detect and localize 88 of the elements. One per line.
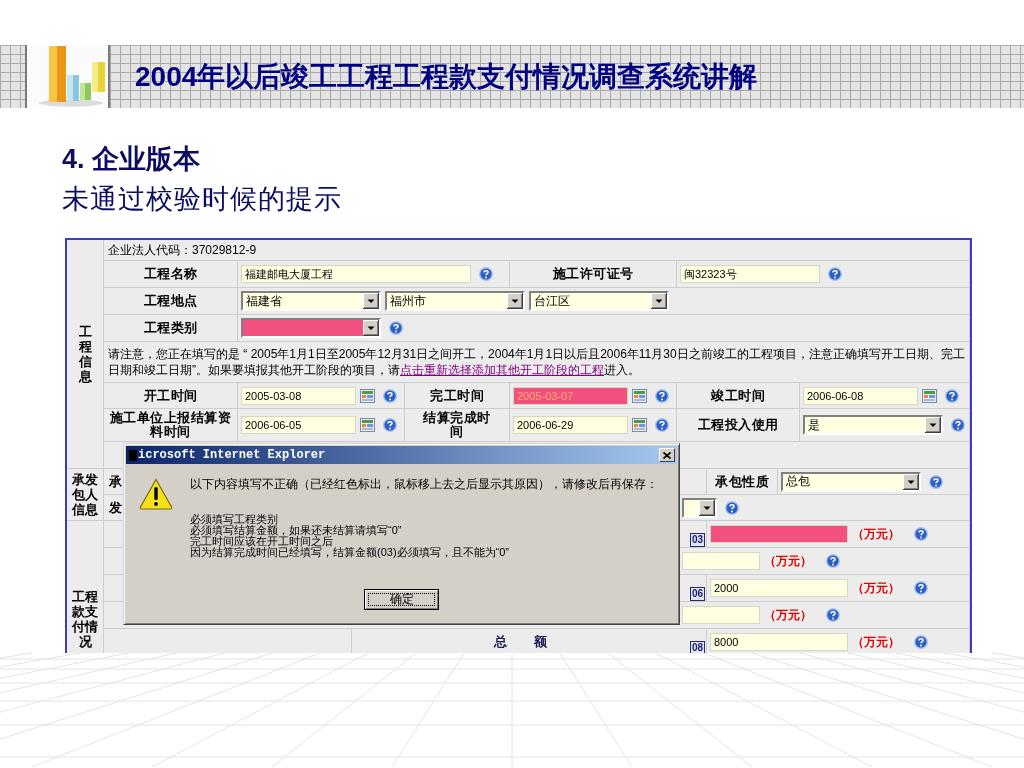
- field-code-tag: 06: [689, 587, 705, 601]
- field-label: 施工许可证号: [552, 267, 634, 281]
- text-field[interactable]: 闽32323号: [680, 265, 820, 283]
- help-icon[interactable]: [383, 388, 397, 403]
- caret-icon[interactable]: [363, 293, 379, 309]
- select-field[interactable]: [241, 318, 381, 338]
- caret-icon[interactable]: [699, 499, 715, 516]
- unit-label: （万元）: [852, 579, 900, 597]
- block-icon: [129, 449, 137, 461]
- select-field[interactable]: 福建省: [241, 291, 381, 311]
- select-field[interactable]: 总包: [781, 471, 921, 492]
- unit-label: （万元）: [852, 525, 900, 543]
- close-icon: [663, 451, 671, 459]
- help-icon[interactable]: [914, 635, 928, 649]
- notice-text: 请注意，您正在填写的是 “ 2005年1月1日至2005年12月31日之间开工，2004年1月1日以后且2006年11月30日之前竣工的工程项目，注意正确填写开工日期、完工日期和竣工日期”。如果要填报其他开工阶段的项目，请点击重新选择添加其他开工阶段的工程进入。: [107, 346, 966, 379]
- field-label: 工程类别: [143, 321, 198, 335]
- help-icon[interactable]: [383, 418, 397, 432]
- help-icon[interactable]: [951, 418, 965, 432]
- error-message: 完工时间应该在开工时间之后: [190, 536, 333, 547]
- select-field[interactable]: [682, 497, 717, 518]
- calendar-icon[interactable]: [360, 418, 375, 432]
- dialog-message: 以下内容填写不正确（已经红色标出，鼠标移上去之后显示其原因），请修改后再保存：: [190, 476, 658, 492]
- help-icon[interactable]: [479, 267, 493, 281]
- section-subheading: 未通过校验时候的提示: [62, 183, 342, 216]
- error-message: 必须填写结算金额，如果还未结算请填写“0”: [190, 525, 402, 536]
- field-label: 总 额: [493, 635, 548, 649]
- help-icon[interactable]: [655, 388, 669, 403]
- calendar-icon[interactable]: [632, 418, 647, 432]
- help-icon[interactable]: [914, 581, 928, 595]
- select-field[interactable]: 台江区: [529, 291, 669, 311]
- text-field[interactable]: 2000: [710, 579, 848, 597]
- unit-label: （万元）: [764, 606, 812, 624]
- field-code-tag: 03: [689, 533, 705, 547]
- unit-label: （万元）: [852, 633, 900, 651]
- org-code-text: 企业法人代码：37029812-9: [108, 241, 257, 259]
- field-label: 承: [109, 474, 123, 489]
- date-field[interactable]: 2005-03-08: [241, 386, 356, 405]
- field-label: 承包性质: [715, 474, 769, 489]
- calendar-icon[interactable]: [360, 388, 375, 403]
- section-label: 工程款支付情况: [72, 589, 98, 649]
- text-field[interactable]: 福建邮电大厦工程: [241, 265, 471, 283]
- select-field[interactable]: 是: [803, 415, 943, 435]
- help-icon[interactable]: [828, 267, 842, 281]
- dialog-title: icrosoft Internet Explorer: [138, 448, 326, 462]
- date-field[interactable]: 2006-06-05: [241, 416, 356, 434]
- help-icon[interactable]: [914, 527, 928, 541]
- field-label: 完工时间: [430, 388, 484, 403]
- field-code-tag: 08: [689, 641, 705, 653]
- section-heading: 4. 企业版本: [62, 144, 201, 174]
- error-message: 必须填写工程类别: [190, 514, 278, 525]
- ok-button[interactable]: 确定: [364, 589, 439, 610]
- calendar-icon[interactable]: [922, 388, 937, 403]
- field-label: 工程地点: [143, 294, 198, 308]
- slide-title: 2004年以后竣工工程工程款支付情况调查系统讲解: [135, 59, 758, 94]
- unit-label: （万元）: [764, 552, 812, 570]
- section-label: 承发包人信息: [72, 472, 98, 517]
- text-field[interactable]: [682, 552, 760, 570]
- calendar-icon[interactable]: [632, 388, 647, 403]
- reselect-link[interactable]: 点击重新选择添加其他开工阶段的工程: [400, 363, 604, 377]
- help-icon[interactable]: [826, 554, 840, 568]
- close-button[interactable]: [659, 448, 675, 462]
- help-icon[interactable]: [945, 388, 959, 403]
- field-label: 发: [109, 500, 123, 515]
- caret-icon[interactable]: [507, 293, 523, 309]
- help-icon[interactable]: [655, 418, 669, 432]
- text-field[interactable]: [710, 525, 848, 543]
- section-label: 工程信息: [78, 324, 92, 384]
- warning-icon: [139, 478, 173, 510]
- field-label: 工程投入使用: [697, 418, 779, 432]
- error-message: 因为结算完成时间已经填写，结算金额(03)必须填写，且不能为“0”: [190, 547, 509, 558]
- field-label: 竣工时间: [711, 388, 765, 403]
- help-icon[interactable]: [826, 608, 840, 622]
- caret-icon[interactable]: [925, 417, 941, 433]
- text-field[interactable]: [682, 606, 760, 624]
- help-icon[interactable]: [389, 321, 403, 335]
- help-icon[interactable]: [929, 474, 943, 489]
- field-label: 结算完成时间: [422, 411, 492, 439]
- caret-icon[interactable]: [363, 320, 379, 336]
- date-field[interactable]: 2006-06-29: [513, 416, 628, 434]
- field-label: 工程名称: [143, 267, 198, 281]
- field-label: 开工时间: [143, 388, 198, 403]
- help-icon[interactable]: [725, 500, 739, 515]
- caret-icon[interactable]: [651, 293, 667, 309]
- text-field[interactable]: 8000: [710, 633, 848, 651]
- select-field[interactable]: 福州市: [385, 291, 525, 311]
- date-field[interactable]: 2006-06-08: [803, 386, 918, 405]
- field-label: 施工单位上报结算资料时间: [108, 411, 233, 439]
- caret-icon[interactable]: [903, 473, 919, 490]
